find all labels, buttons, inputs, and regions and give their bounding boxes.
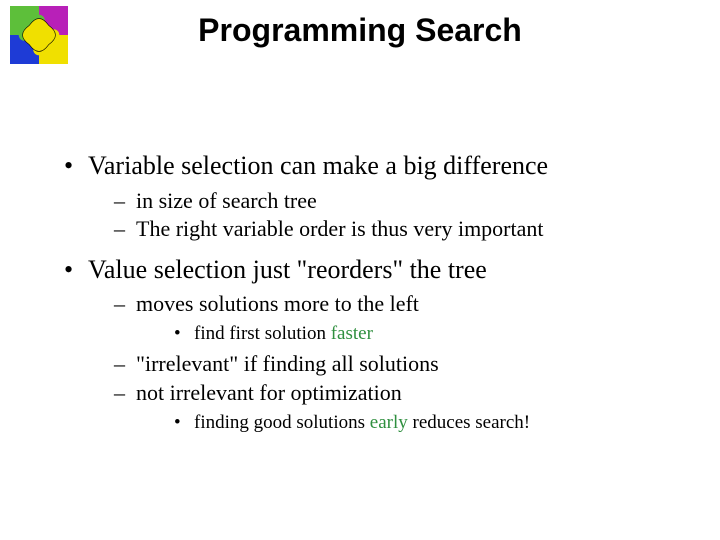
- bullet-text: Value selection just "reorders" the tree: [88, 255, 487, 284]
- bullet-variable-selection: Variable selection can make a big differ…: [60, 150, 680, 244]
- text-pre: find first solution: [194, 323, 331, 344]
- accent-early: early: [370, 412, 408, 433]
- slide-title: Programming Search: [0, 12, 720, 49]
- bullet-text: Variable selection can make a big differ…: [88, 151, 548, 180]
- text-post: reduces search!: [408, 412, 530, 433]
- bullet-value-selection: Value selection just "reorders" the tree…: [60, 254, 680, 436]
- subbullet-text: not irrelevant for optimization: [136, 380, 402, 405]
- subbullet-moves-left: moves solutions more to the left find fi…: [100, 290, 680, 346]
- slide-body: Variable selection can make a big differ…: [60, 150, 680, 445]
- text-pre: finding good solutions: [194, 412, 370, 433]
- subsubbullet-finding-good: finding good solutions early reduces sea…: [154, 410, 680, 436]
- accent-faster: faster: [331, 323, 373, 344]
- subbullet-not-irrelevant-opt: not irrelevant for optimization finding …: [100, 379, 680, 435]
- subbullet-irrelevant-all: "irrelevant" if finding all solutions: [100, 350, 680, 379]
- subsubbullet-find-first: find first solution faster: [154, 321, 680, 347]
- subbullet-right-order: The right variable order is thus very im…: [100, 215, 680, 244]
- slide: Programming Search Variable selection ca…: [0, 0, 720, 540]
- subbullet-text: moves solutions more to the left: [136, 291, 419, 316]
- subbullet-size: in size of search tree: [100, 187, 680, 216]
